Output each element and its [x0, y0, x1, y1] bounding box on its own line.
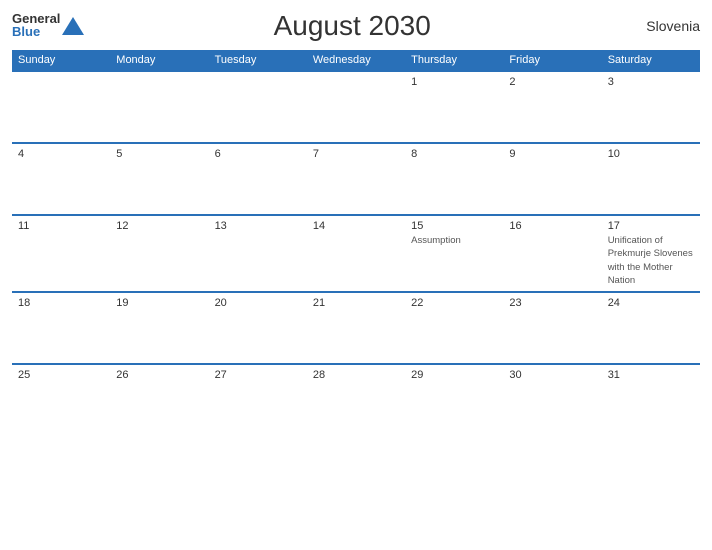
day-number: 12	[116, 220, 202, 232]
day-number: 29	[411, 369, 497, 381]
calendar-cell: 19	[110, 292, 208, 364]
calendar-header-row: SundayMondayTuesdayWednesdayThursdayFrid…	[12, 50, 700, 71]
day-of-week-header: Monday	[110, 50, 208, 71]
calendar-cell: 6	[209, 143, 307, 215]
day-number: 31	[608, 369, 694, 381]
calendar-cell: 26	[110, 364, 208, 436]
day-number: 22	[411, 297, 497, 309]
day-number: 2	[509, 76, 595, 88]
day-number: 14	[313, 220, 399, 232]
calendar-cell: 24	[602, 292, 700, 364]
day-number: 3	[608, 76, 694, 88]
logo: General Blue	[12, 12, 84, 39]
calendar-cell: 11	[12, 215, 110, 292]
day-number: 23	[509, 297, 595, 309]
calendar-cell: 18	[12, 292, 110, 364]
day-of-week-header: Wednesday	[307, 50, 405, 71]
day-number: 1	[411, 76, 497, 88]
day-number: 27	[215, 369, 301, 381]
calendar-cell: 14	[307, 215, 405, 292]
calendar-cell: 5	[110, 143, 208, 215]
calendar-cell: 22	[405, 292, 503, 364]
calendar-title: August 2030	[84, 10, 620, 42]
calendar-cell: 9	[503, 143, 601, 215]
day-number: 5	[116, 148, 202, 160]
logo-blue-text: Blue	[12, 25, 40, 39]
day-number: 4	[18, 148, 104, 160]
calendar-cell: 27	[209, 364, 307, 436]
calendar-week-row: 25 26 27 28 29 30 31	[12, 364, 700, 436]
day-number: 28	[313, 369, 399, 381]
calendar-cell: 3	[602, 71, 700, 143]
calendar-cell: 8	[405, 143, 503, 215]
calendar-cell	[307, 71, 405, 143]
day-of-week-header: Friday	[503, 50, 601, 71]
day-number: 16	[509, 220, 595, 232]
calendar-week-row: 12 3	[12, 71, 700, 143]
day-number: 6	[215, 148, 301, 160]
day-number: 26	[116, 369, 202, 381]
calendar-cell	[110, 71, 208, 143]
day-of-week-header: Thursday	[405, 50, 503, 71]
day-number: 10	[608, 148, 694, 160]
day-number: 20	[215, 297, 301, 309]
calendar-cell: 12	[110, 215, 208, 292]
calendar-cell: 30	[503, 364, 601, 436]
calendar-cell: 23	[503, 292, 601, 364]
calendar-cell: 20	[209, 292, 307, 364]
calendar-cell: 4	[12, 143, 110, 215]
calendar-event: Assumption	[411, 235, 461, 246]
calendar-week-row: 45 6789 10	[12, 143, 700, 215]
calendar-cell	[12, 71, 110, 143]
calendar-event: Unification of Prekmurje Slovenes with t…	[608, 235, 693, 286]
day-number: 15	[411, 220, 497, 232]
calendar-cell: 13	[209, 215, 307, 292]
day-number: 21	[313, 297, 399, 309]
calendar-cell: 16	[503, 215, 601, 292]
calendar-table: SundayMondayTuesdayWednesdayThursdayFrid…	[12, 50, 700, 436]
calendar-cell: 25	[12, 364, 110, 436]
header: General Blue August 2030 Slovenia	[12, 10, 700, 42]
day-number: 17	[608, 220, 694, 232]
calendar-week-row: 18 19 20 21 22 23 24	[12, 292, 700, 364]
calendar-cell: 2	[503, 71, 601, 143]
calendar-cell: 10	[602, 143, 700, 215]
day-number: 24	[608, 297, 694, 309]
day-number: 30	[509, 369, 595, 381]
calendar-week-row: 11 12 13 14 15 Assumption 16 17 Unification of P…	[12, 215, 700, 292]
calendar-cell: 29	[405, 364, 503, 436]
calendar-cell: 21	[307, 292, 405, 364]
day-number: 19	[116, 297, 202, 309]
calendar-cell: 31	[602, 364, 700, 436]
calendar-cell: 17 Unification of Prekmurje Slovenes with…	[602, 215, 700, 292]
calendar-cell: 15 Assumption	[405, 215, 503, 292]
calendar-cell: 7	[307, 143, 405, 215]
day-number: 13	[215, 220, 301, 232]
day-number: 18	[18, 297, 104, 309]
day-of-week-header: Tuesday	[209, 50, 307, 71]
day-of-week-header: Saturday	[602, 50, 700, 71]
calendar-cell	[209, 71, 307, 143]
day-number: 9	[509, 148, 595, 160]
country-label: Slovenia	[620, 18, 700, 34]
logo-icon	[62, 17, 84, 35]
day-number: 7	[313, 148, 399, 160]
day-of-week-header: Sunday	[12, 50, 110, 71]
day-number: 11	[18, 220, 104, 232]
page: General Blue August 2030 Slovenia Sunday…	[0, 0, 712, 550]
calendar-cell: 28	[307, 364, 405, 436]
calendar-cell: 1	[405, 71, 503, 143]
day-number: 8	[411, 148, 497, 160]
day-number: 25	[18, 369, 104, 381]
